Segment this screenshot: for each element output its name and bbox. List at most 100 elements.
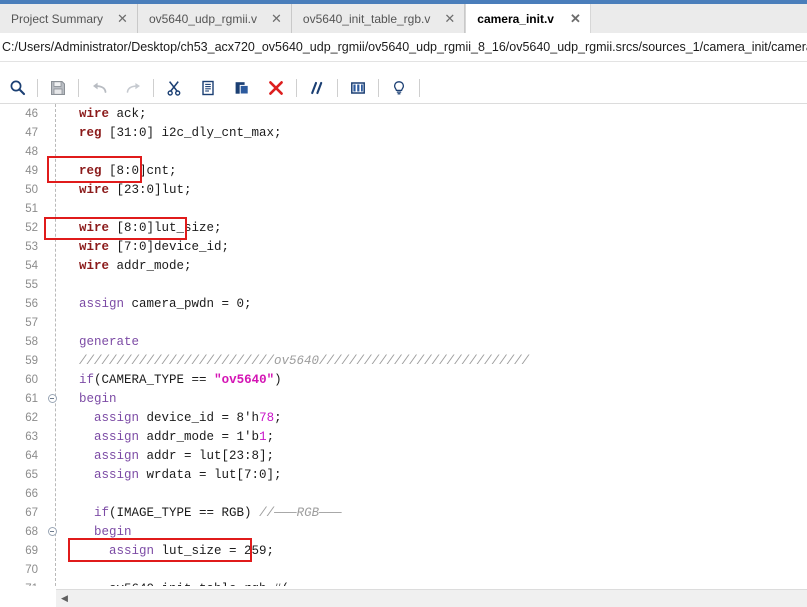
code-line-text: if(IMAGE_TYPE == RGB) //———RGB——— (94, 505, 342, 520)
code-line[interactable]: 62 assign device_id = 8'h78; (0, 408, 807, 427)
line-number: 58 (25, 335, 38, 348)
code-line-text: //////////////////////////ov5640////////… (79, 353, 530, 368)
scroll-left-arrow[interactable]: ◀ (56, 590, 73, 607)
collapse-minus-icon[interactable] (47, 394, 57, 403)
line-number: 63 (25, 430, 38, 443)
code-fold-toggle[interactable] (40, 527, 64, 536)
code-line[interactable]: 47 reg [31:0] i2c_dly_cnt_max; (0, 123, 807, 142)
editor-tab[interactable]: ov5640_udp_rgmii.v ✕ (137, 4, 292, 33)
code-line[interactable]: 58 generate (0, 332, 807, 351)
editor-tab-label: Project Summary (11, 11, 104, 26)
toolbar-separator (378, 78, 379, 97)
line-number: 48 (25, 145, 38, 158)
code-line-text: assign wrdata = lut[7:0]; (94, 467, 282, 482)
editor-tab-active[interactable]: camera_init.v ✕ (465, 4, 591, 33)
code-line-text: wire [23:0]lut; (79, 182, 192, 197)
tab-close-icon[interactable]: ✕ (570, 12, 581, 25)
code-line[interactable]: 65 assign wrdata = lut[7:0]; (0, 465, 807, 484)
line-number: 66 (25, 487, 38, 500)
save-icon[interactable] (45, 75, 71, 101)
code-line[interactable]: 70 (0, 560, 807, 579)
line-number: 70 (25, 563, 38, 576)
line-number: 55 (25, 278, 38, 291)
tab-bar-filler (590, 4, 807, 33)
collapse-minus-icon[interactable] (47, 527, 57, 536)
line-number: 56 (25, 297, 38, 310)
code-line[interactable]: 53 wire [7:0]device_id; (0, 237, 807, 256)
editor-toolbar (0, 72, 807, 104)
code-line[interactable]: 48 (0, 142, 807, 161)
code-line-text: wire ack; (79, 106, 147, 121)
code-line-text: begin (79, 391, 117, 406)
code-line[interactable]: 63 assign addr_mode = 1'b1; (0, 427, 807, 446)
code-line[interactable]: 66 (0, 484, 807, 503)
copy-icon[interactable] (195, 75, 221, 101)
horizontal-scrollbar[interactable]: ◀ (56, 589, 807, 607)
code-line[interactable]: 59 //////////////////////////ov5640/////… (0, 351, 807, 370)
code-line[interactable]: 49 reg [8:0]cnt; (0, 161, 807, 180)
code-line[interactable]: 54 wire addr_mode; (0, 256, 807, 275)
editor-tab-bar: Project Summary ✕ ov5640_udp_rgmii.v ✕ ov564… (0, 4, 807, 33)
line-number: 61 (25, 392, 38, 405)
toolbar-separator (419, 78, 420, 97)
code-line[interactable]: 56 assign camera_pwdn = 0; (0, 294, 807, 313)
code-line[interactable]: 64 assign addr = lut[23:8]; (0, 446, 807, 465)
code-line-container: 46 wire ack; 47 reg [31:0] i2c_dly_cnt_ma… (0, 104, 807, 587)
search-icon[interactable] (4, 75, 30, 101)
line-number: 62 (25, 411, 38, 424)
code-line-text: wire [7:0]device_id; (79, 239, 230, 254)
code-line-text: wire addr_mode; (79, 258, 192, 273)
lightbulb-icon[interactable] (386, 75, 412, 101)
line-number: 52 (25, 221, 38, 234)
line-number: 60 (25, 373, 38, 386)
file-path-bar: C:/Users/Administrator/Desktop/ch53_acx7… (0, 33, 807, 62)
code-line[interactable]: 50 wire [23:0]lut; (0, 180, 807, 199)
code-line-text: assign camera_pwdn = 0; (79, 296, 252, 311)
code-line[interactable]: 68 begin (0, 522, 807, 541)
editor-tab[interactable]: Project Summary ✕ (0, 4, 138, 33)
code-line[interactable]: 71 ov5640_init_table_rgb #( (0, 579, 807, 587)
line-number: 69 (25, 544, 38, 557)
editor-tab[interactable]: ov5640_init_table_rgb.v ✕ (291, 4, 466, 33)
code-line[interactable]: 51 (0, 199, 807, 218)
code-line-text: wire [8:0]lut_size; (79, 220, 222, 235)
indent-icon[interactable] (345, 75, 371, 101)
code-fold-toggle[interactable] (40, 394, 64, 403)
line-number: 50 (25, 183, 38, 196)
code-line-text: reg [8:0]cnt; (79, 163, 177, 178)
code-line-text: ov5640_init_table_rgb #( (64, 582, 289, 587)
comment-icon[interactable] (304, 75, 330, 101)
undo-icon[interactable] (86, 75, 112, 101)
editor-tab-label: ov5640_udp_rgmii.v (148, 11, 258, 26)
line-number: 64 (25, 449, 38, 462)
code-line[interactable]: 61 begin (0, 389, 807, 408)
code-line-text: begin (94, 524, 132, 539)
delete-icon[interactable] (263, 75, 289, 101)
code-line[interactable]: 60 if(CAMERA_TYPE == "ov5640") (0, 370, 807, 389)
line-number: 67 (25, 506, 38, 519)
line-number: 57 (25, 316, 38, 329)
code-line-text: generate (79, 334, 140, 349)
code-line[interactable]: 57 (0, 313, 807, 332)
line-number: 65 (25, 468, 38, 481)
file-path-text: C:/Users/Administrator/Desktop/ch53_acx7… (2, 40, 807, 54)
code-line[interactable]: 55 (0, 275, 807, 294)
tab-close-icon[interactable]: ✕ (117, 12, 128, 25)
code-line[interactable]: 46 wire ack; (0, 104, 807, 123)
line-number: 59 (25, 354, 38, 367)
code-line-text: assign device_id = 8'h78; (94, 410, 282, 425)
code-line-text: assign addr_mode = 1'b1; (94, 429, 275, 444)
paste-icon[interactable] (229, 75, 255, 101)
cut-icon[interactable] (161, 75, 187, 101)
redo-icon[interactable] (120, 75, 146, 101)
tab-close-icon[interactable]: ✕ (271, 12, 282, 25)
code-line[interactable]: 69 assign lut_size = 259; (0, 541, 807, 560)
code-editor-area[interactable]: 46 wire ack; 47 reg [31:0] i2c_dly_cnt_ma… (0, 104, 807, 586)
line-number: 49 (25, 164, 38, 177)
code-line-text: if(CAMERA_TYPE == "ov5640") (79, 372, 282, 387)
code-line[interactable]: 67 if(IMAGE_TYPE == RGB) //———RGB——— (0, 503, 807, 522)
code-line[interactable]: 52 wire [8:0]lut_size; (0, 218, 807, 237)
code-line-text: assign addr = lut[23:8]; (94, 448, 275, 463)
tab-close-icon[interactable]: ✕ (444, 12, 455, 25)
toolbar-separator (37, 78, 38, 97)
